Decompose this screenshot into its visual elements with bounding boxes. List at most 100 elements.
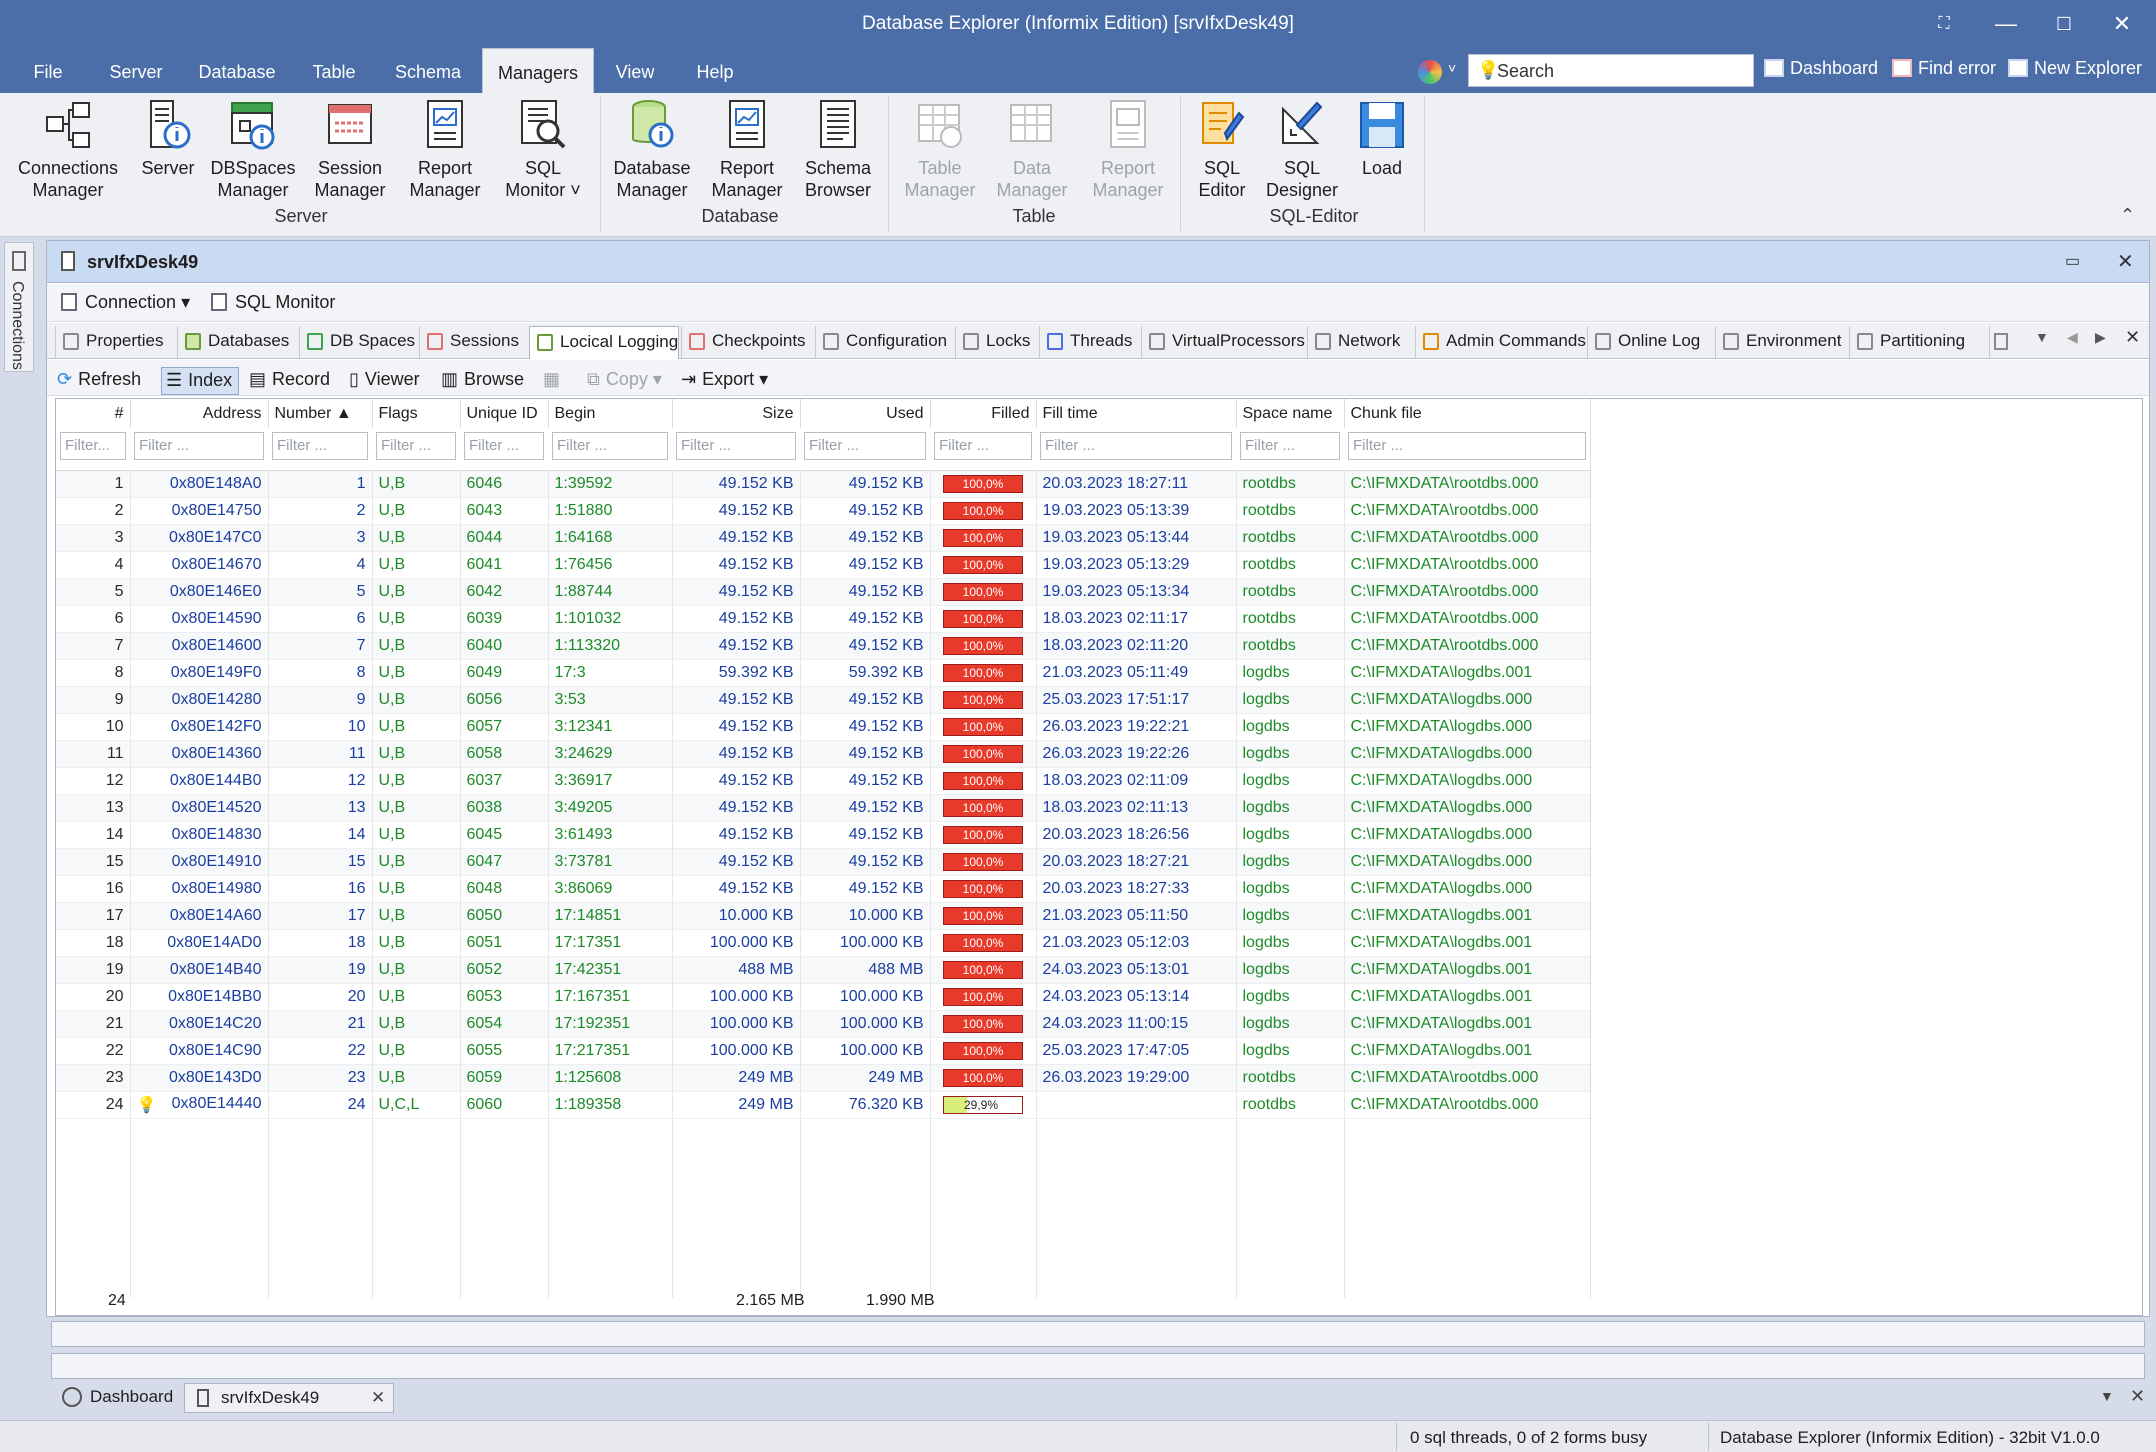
close-tab-icon[interactable]: ✕	[2125, 327, 2140, 348]
filter-input-begin[interactable]: Filter ...	[552, 431, 668, 460]
tab-scroll-left-icon[interactable]: ◀	[2067, 329, 2078, 346]
horizontal-scrollbar[interactable]	[51, 1321, 2145, 1347]
filter-input-unique-id[interactable]: Filter ...	[464, 431, 544, 460]
filter-input-index[interactable]: Filter...	[60, 431, 126, 460]
table-row[interactable]: 9 0x80E14280 9 U,B 6056 3:53 49.152 KB 49.152 K…	[56, 686, 1591, 714]
filter-input-flags[interactable]: Filter ...	[376, 431, 456, 460]
doc-tabs-dropdown-icon[interactable]: ▼	[2100, 1388, 2114, 1404]
table-row[interactable]: 4 0x80E14670 4 U,B 6041 1:76456 49.152 KB 49.15…	[56, 551, 1591, 579]
menu-table[interactable]: Table	[298, 48, 370, 93]
filter-input-chunk-file[interactable]: Filter ...	[1348, 431, 1586, 460]
sql-monitor-button[interactable]: SQL Monitor ˅	[500, 99, 586, 201]
tab-logical-logging[interactable]: Locical Logging	[529, 326, 679, 359]
browse-button[interactable]: ▥ Browse	[437, 367, 530, 395]
menu-database[interactable]: Database	[190, 48, 284, 93]
tab-list-dropdown-icon[interactable]: ▼	[2035, 329, 2049, 345]
tab-properties[interactable]: Properties	[55, 326, 175, 359]
pin-icon[interactable]: ▭	[2065, 251, 2080, 271]
col-header-index[interactable]: #	[56, 399, 131, 428]
table-row[interactable]: 21 0x80E14C20 21 U,B 6054 17:192351 100.000 KB…	[56, 1010, 1591, 1038]
table-row[interactable]: 19 0x80E14B40 19 U,B 6052 17:42351 488 MB 488 M…	[56, 956, 1591, 984]
table-row[interactable]: 2 0x80E14750 2 U,B 6043 1:51880 49.152 KB 49.15…	[56, 497, 1591, 525]
new-explorer-link[interactable]: New Explorer	[2008, 58, 2142, 79]
table-row[interactable]: 5 0x80E146E0 5 U,B 6042 1:88744 49.152 KB 49.15…	[56, 578, 1591, 606]
filter-input-size[interactable]: Filter ...	[676, 431, 796, 460]
database-manager-button[interactable]: Database Manager	[612, 99, 692, 201]
tab-overflow[interactable]	[1989, 326, 2013, 359]
table-row[interactable]: 13 0x80E14520 13 U,B 6038 3:49205 49.152 KB 49.…	[56, 794, 1591, 822]
search-input[interactable]: 💡 Search	[1468, 54, 1754, 87]
table-row[interactable]: 16 0x80E14980 16 U,B 6048 3:86069 49.152 KB 49.…	[56, 875, 1591, 903]
sql-designer-button[interactable]: SQL Designer	[1262, 99, 1342, 201]
tab-admin-commands[interactable]: Admin Commands	[1415, 326, 1586, 359]
viewer-button[interactable]: ▯ Viewer	[345, 367, 426, 395]
filter-input-fill-time[interactable]: Filter ...	[1040, 431, 1232, 460]
tab-scroll-right-icon[interactable]: ▶	[2095, 329, 2106, 346]
tab-network[interactable]: Network	[1307, 326, 1413, 359]
table-row[interactable]: 17 0x80E14A60 17 U,B 6050 17:14851 10.000 KB 10…	[56, 902, 1591, 930]
dashboard-link[interactable]: Dashboard	[1764, 58, 1878, 79]
doc-tab-dashboard[interactable]: Dashboard	[54, 1383, 182, 1413]
data-manager-button[interactable]: Data Manager	[990, 99, 1074, 201]
tab-threads[interactable]: Threads	[1039, 326, 1139, 359]
menu-managers[interactable]: Managers	[482, 48, 594, 93]
find-error-link[interactable]: Find error	[1892, 58, 1996, 79]
col-header-unique-id[interactable]: Unique ID	[460, 399, 549, 428]
sql-editor-button[interactable]: SQL Editor	[1190, 99, 1254, 201]
col-header-begin[interactable]: Begin	[548, 399, 673, 428]
menu-view[interactable]: View	[608, 48, 662, 93]
filter-input-address[interactable]: Filter ...	[134, 431, 264, 460]
menu-file[interactable]: File	[18, 48, 78, 93]
menu-server[interactable]: Server	[100, 48, 172, 93]
close-all-icon[interactable]: ✕	[2130, 1386, 2145, 1407]
collapse-ribbon-icon[interactable]: ⌃	[2120, 205, 2135, 226]
tab-locks[interactable]: Locks	[955, 326, 1037, 359]
connections-dock-tab[interactable]: Connections	[4, 242, 34, 372]
filter-input-used[interactable]: Filter ...	[804, 431, 926, 460]
col-header-used[interactable]: Used	[800, 399, 931, 428]
report-manager-database-button[interactable]: Report Manager	[706, 99, 788, 201]
load-button[interactable]: Load	[1350, 99, 1414, 179]
index-button[interactable]: ☰ Index	[161, 367, 240, 395]
table-row[interactable]: 1 0x80E148A0 1 U,B 6046 1:39592 49.152 KB 49.15…	[56, 470, 1591, 498]
maximize-button[interactable]: ☐	[2042, 8, 2086, 40]
tab-databases[interactable]: Databases	[177, 326, 297, 359]
doc-tab-server[interactable]: srvIfxDesk49 ✕	[184, 1383, 394, 1413]
col-header-fill-time[interactable]: Fill time	[1036, 399, 1237, 428]
table-row[interactable]: 3 0x80E147C0 3 U,B 6044 1:64168 49.152 KB 49.15…	[56, 524, 1591, 552]
fullscreen-icon[interactable]: ⛶	[1922, 8, 1966, 40]
filter-input-filled[interactable]: Filter ...	[934, 431, 1032, 460]
table-row[interactable]: 14 0x80E14830 14 U,B 6045 3:61493 49.152 KB 49.…	[56, 821, 1591, 849]
calendar-button[interactable]: ▦	[539, 367, 566, 395]
minimize-button[interactable]: —	[1984, 8, 2028, 40]
table-row[interactable]: 12 0x80E144B0 12 U,B 6037 3:36917 49.152 KB 49.…	[56, 767, 1591, 795]
col-header-flags[interactable]: Flags	[372, 399, 461, 428]
copy-button[interactable]: ⧉ Copy ▾	[583, 367, 668, 395]
tab-partitioning[interactable]: Partitioning	[1849, 326, 1987, 359]
tab-configuration[interactable]: Configuration	[815, 326, 953, 359]
filter-input-space-name[interactable]: Filter ...	[1240, 431, 1340, 460]
close-doc-tab-icon[interactable]: ✕	[371, 1384, 385, 1412]
tab-checkpoints[interactable]: Checkpoints	[681, 326, 813, 359]
tab-db-spaces[interactable]: DB Spaces	[299, 326, 417, 359]
col-header-size[interactable]: Size	[672, 399, 801, 428]
col-header-filled[interactable]: Filled	[930, 399, 1037, 428]
server-button[interactable]: Server	[138, 99, 198, 179]
table-row[interactable]: 8 0x80E149F0 8 U,B 6049 17:3 59.392 KB 59.392 K…	[56, 659, 1591, 687]
col-header-chunk-file[interactable]: Chunk file	[1344, 399, 1591, 428]
table-row[interactable]: 11 0x80E14360 11 U,B 6058 3:24629 49.152 KB 49.…	[56, 740, 1591, 768]
table-row[interactable]: 23 0x80E143D0 23 U,B 6059 1:125608 249 MB 249 M…	[56, 1064, 1591, 1092]
sql-monitor-tool-button[interactable]: SQL Monitor	[211, 292, 335, 313]
theme-icon[interactable]	[1418, 60, 1442, 84]
session-manager-button[interactable]: Session Manager	[310, 99, 390, 201]
table-row[interactable]: 22 0x80E14C90 22 U,B 6055 17:217351 100.000 KB…	[56, 1037, 1591, 1065]
table-row[interactable]: 7 0x80E14600 7 U,B 6040 1:113320 49.152 KB 49.1…	[56, 632, 1591, 660]
table-row[interactable]: 18 0x80E14AD0 18 U,B 6051 17:17351 100.000 KB 1…	[56, 929, 1591, 957]
dbspaces-manager-button[interactable]: DBSpaces Manager	[210, 99, 296, 201]
report-manager-table-button[interactable]: Report Manager	[1086, 99, 1170, 201]
export-button[interactable]: ⇥ Export ▾	[677, 367, 774, 395]
table-row[interactable]: 6 0x80E14590 6 U,B 6039 1:101032 49.152 KB 49.1…	[56, 605, 1591, 633]
table-row[interactable]: 20 0x80E14BB0 20 U,B 6053 17:167351 100.000 KB…	[56, 983, 1591, 1011]
table-manager-button[interactable]: Table Manager	[898, 99, 982, 201]
menu-schema[interactable]: Schema	[388, 48, 468, 93]
